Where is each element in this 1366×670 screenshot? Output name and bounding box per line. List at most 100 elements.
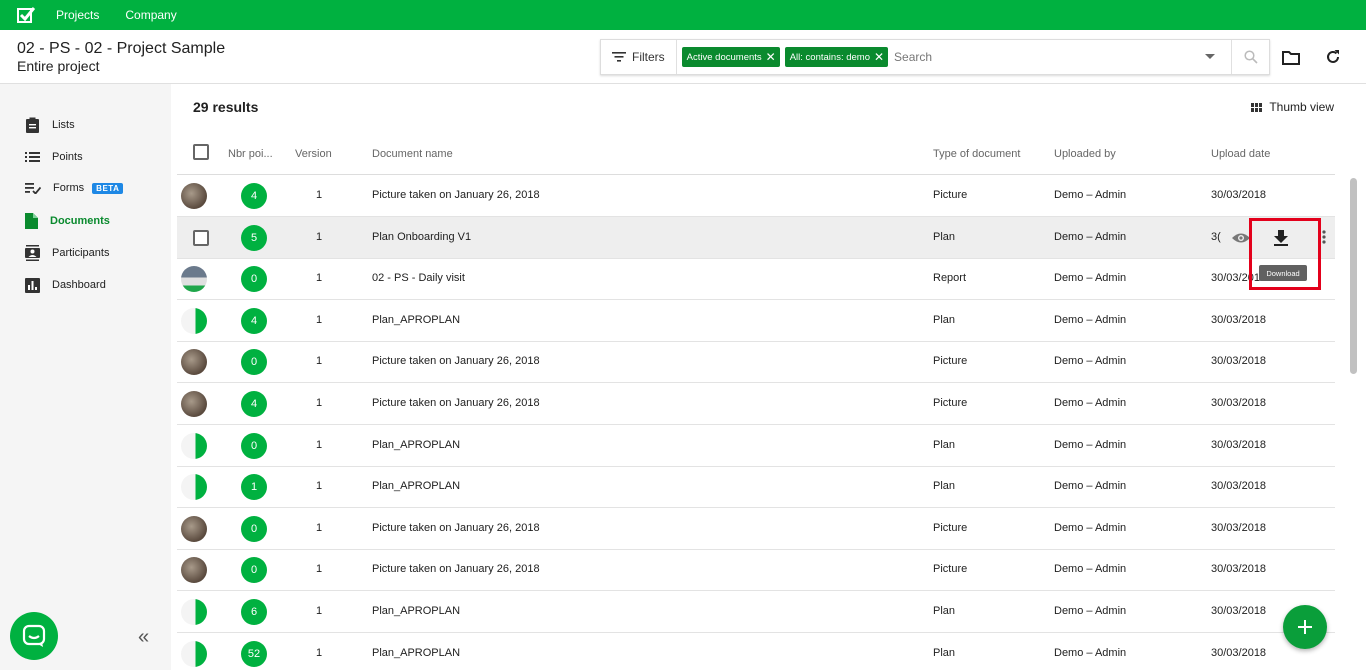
more-vert-icon[interactable]: [1322, 229, 1326, 244]
checklist-icon: [25, 183, 41, 194]
uploader-cell: Demo – Admin: [1054, 397, 1127, 409]
search-input[interactable]: [894, 45, 1199, 69]
type-cell: Plan: [933, 605, 956, 617]
refresh-icon[interactable]: [1323, 47, 1343, 67]
document-name-cell[interactable]: 02 - PS - Daily visit: [372, 272, 465, 284]
sidebar-item-forms[interactable]: Forms BETA: [25, 178, 124, 198]
table-row[interactable]: 5 1 Plan Onboarding V1 Plan Demo – Admin 3(: [177, 216, 1335, 259]
table-row[interactable]: 0 1 Picture taken on January 26, 2018 Pictu…: [177, 341, 1335, 384]
version-cell: 1: [316, 480, 323, 493]
table-row[interactable]: 0 1 Plan_APROPLAN Plan Demo – Admin 30/03/201…: [177, 425, 1335, 467]
photo-thumbnail: [181, 391, 207, 417]
document-name-cell[interactable]: Plan_APROPLAN: [372, 605, 460, 617]
table-row[interactable]: 4 1 Picture taken on January 26, 2018 Pictu…: [177, 175, 1335, 217]
plan-thumbnail: [181, 640, 207, 667]
date-cell: 30/03/2018: [1211, 480, 1267, 493]
nav-projects[interactable]: Projects: [56, 8, 99, 22]
photo-thumbnail: [181, 515, 207, 542]
document-name-cell[interactable]: Picture taken on January 26, 2018: [372, 397, 540, 409]
sidebar: Lists Points Forms BETA Documents Partic…: [0, 84, 171, 670]
eye-icon[interactable]: [1232, 232, 1250, 244]
version-cell: 1: [316, 605, 323, 617]
sidebar-item-label: Forms: [53, 182, 85, 194]
sidebar-item-points[interactable]: Points: [25, 147, 83, 167]
document-name-cell[interactable]: Picture taken on January 26, 2018: [372, 355, 540, 367]
version-cell: 1: [316, 397, 323, 409]
document-name-cell[interactable]: Plan_APROPLAN: [372, 647, 460, 659]
version-cell: 1: [316, 313, 323, 326]
select-all-checkbox[interactable]: [193, 144, 209, 160]
sidebar-item-label: Documents: [50, 215, 110, 227]
sidebar-item-documents[interactable]: Documents: [25, 211, 110, 231]
filters-button[interactable]: Filters: [601, 40, 677, 74]
column-header-name[interactable]: Document name: [372, 148, 453, 160]
points-badge: 0: [241, 266, 267, 293]
table-row[interactable]: 1 1 Plan_APROPLAN Plan Demo – Admin 30/03/201…: [177, 466, 1335, 509]
uploader-cell: Demo – Admin: [1054, 480, 1127, 493]
document-name-cell[interactable]: Picture taken on January 26, 2018: [372, 563, 540, 575]
uploader-cell: Demo – Admin: [1054, 563, 1127, 576]
date-cell: 30/03/2018: [1211, 646, 1267, 659]
document-name-cell[interactable]: Picture taken on January 26, 2018: [372, 189, 540, 201]
version-cell: 1: [316, 563, 323, 576]
search-bar: Filters Active documents ✕ All: contains…: [600, 39, 1270, 75]
sidebar-item-dashboard[interactable]: Dashboard: [25, 275, 106, 295]
type-cell: Plan: [933, 313, 956, 326]
date-cell: 30/03/2018: [1211, 521, 1267, 534]
table-row[interactable]: 4 1 Picture taken on January 26, 2018 Pictu…: [177, 383, 1335, 425]
thumb-view-button[interactable]: Thumb view: [1251, 100, 1334, 114]
chat-icon: [22, 624, 46, 647]
document-icon: [25, 213, 38, 229]
nav-company[interactable]: Company: [125, 8, 176, 22]
sidebar-item-label: Participants: [52, 247, 110, 259]
version-cell: 1: [316, 521, 323, 534]
uploader-cell: Demo – Admin: [1054, 646, 1127, 659]
photo-thumbnail: [181, 183, 207, 209]
app-logo-icon[interactable]: [17, 6, 35, 24]
bar-chart-icon: [25, 277, 40, 293]
close-icon[interactable]: ✕: [766, 50, 776, 64]
plus-icon: [1298, 620, 1312, 634]
search-icon: [1243, 50, 1258, 64]
points-badge: 5: [241, 224, 267, 251]
document-name-cell[interactable]: Plan_APROPLAN: [372, 480, 460, 492]
sidebar-item-lists[interactable]: Lists: [25, 115, 75, 135]
date-cell: 3(: [1211, 230, 1221, 243]
document-name-cell[interactable]: Plan_APROPLAN: [372, 439, 460, 451]
plan-thumbnail: [181, 432, 207, 459]
filters-label: Filters: [632, 50, 665, 64]
column-header-uploader[interactable]: Uploaded by: [1054, 148, 1116, 160]
column-header-points[interactable]: Nbr poi...: [228, 148, 273, 160]
sidebar-item-participants[interactable]: Participants: [25, 243, 109, 263]
table-header: Nbr poi... Version Document name Type of…: [177, 139, 1335, 175]
table-row[interactable]: 52 1 Plan_APROPLAN Plan Demo – Admin 30/03/20…: [177, 633, 1335, 670]
table-row[interactable]: 0 1 Picture taken on January 26, 2018 Pictu…: [177, 508, 1335, 550]
date-cell: 30/03/2018: [1211, 313, 1267, 326]
table-row[interactable]: 0 1 02 - PS - Daily visit Report Demo – Admi…: [177, 258, 1335, 301]
sidebar-item-label: Lists: [52, 119, 75, 131]
row-checkbox[interactable]: [193, 229, 209, 246]
uploader-cell: Demo – Admin: [1054, 605, 1127, 617]
collapse-sidebar-icon[interactable]: «: [138, 626, 149, 649]
document-name-cell[interactable]: Plan_APROPLAN: [372, 314, 460, 326]
type-cell: Report: [933, 272, 967, 285]
table-row[interactable]: 4 1 Plan_APROPLAN Plan Demo – Admin 30/03/201…: [177, 300, 1335, 342]
add-document-button[interactable]: [1283, 605, 1327, 649]
close-icon[interactable]: ✕: [874, 50, 884, 64]
scrollbar[interactable]: [1350, 178, 1357, 374]
points-badge: 4: [241, 391, 267, 417]
table-row[interactable]: 6 1 Plan_APROPLAN Plan Demo – Admin 30/03/201…: [177, 591, 1335, 633]
chat-button[interactable]: [10, 612, 58, 660]
folder-icon[interactable]: [1281, 47, 1301, 67]
points-badge: 4: [241, 183, 267, 209]
document-name-cell[interactable]: Plan Onboarding V1: [372, 231, 471, 243]
uploader-cell: Demo – Admin: [1054, 230, 1127, 243]
column-header-date[interactable]: Upload date: [1211, 148, 1270, 160]
caret-down-icon[interactable]: [1199, 54, 1221, 60]
column-header-version[interactable]: Version: [295, 148, 332, 160]
plan-thumbnail: [181, 474, 207, 501]
search-button[interactable]: [1231, 40, 1269, 74]
table-row[interactable]: 0 1 Picture taken on January 26, 2018 Pictu…: [177, 549, 1335, 592]
document-name-cell[interactable]: Picture taken on January 26, 2018: [372, 522, 540, 534]
column-header-type[interactable]: Type of document: [933, 148, 1020, 160]
